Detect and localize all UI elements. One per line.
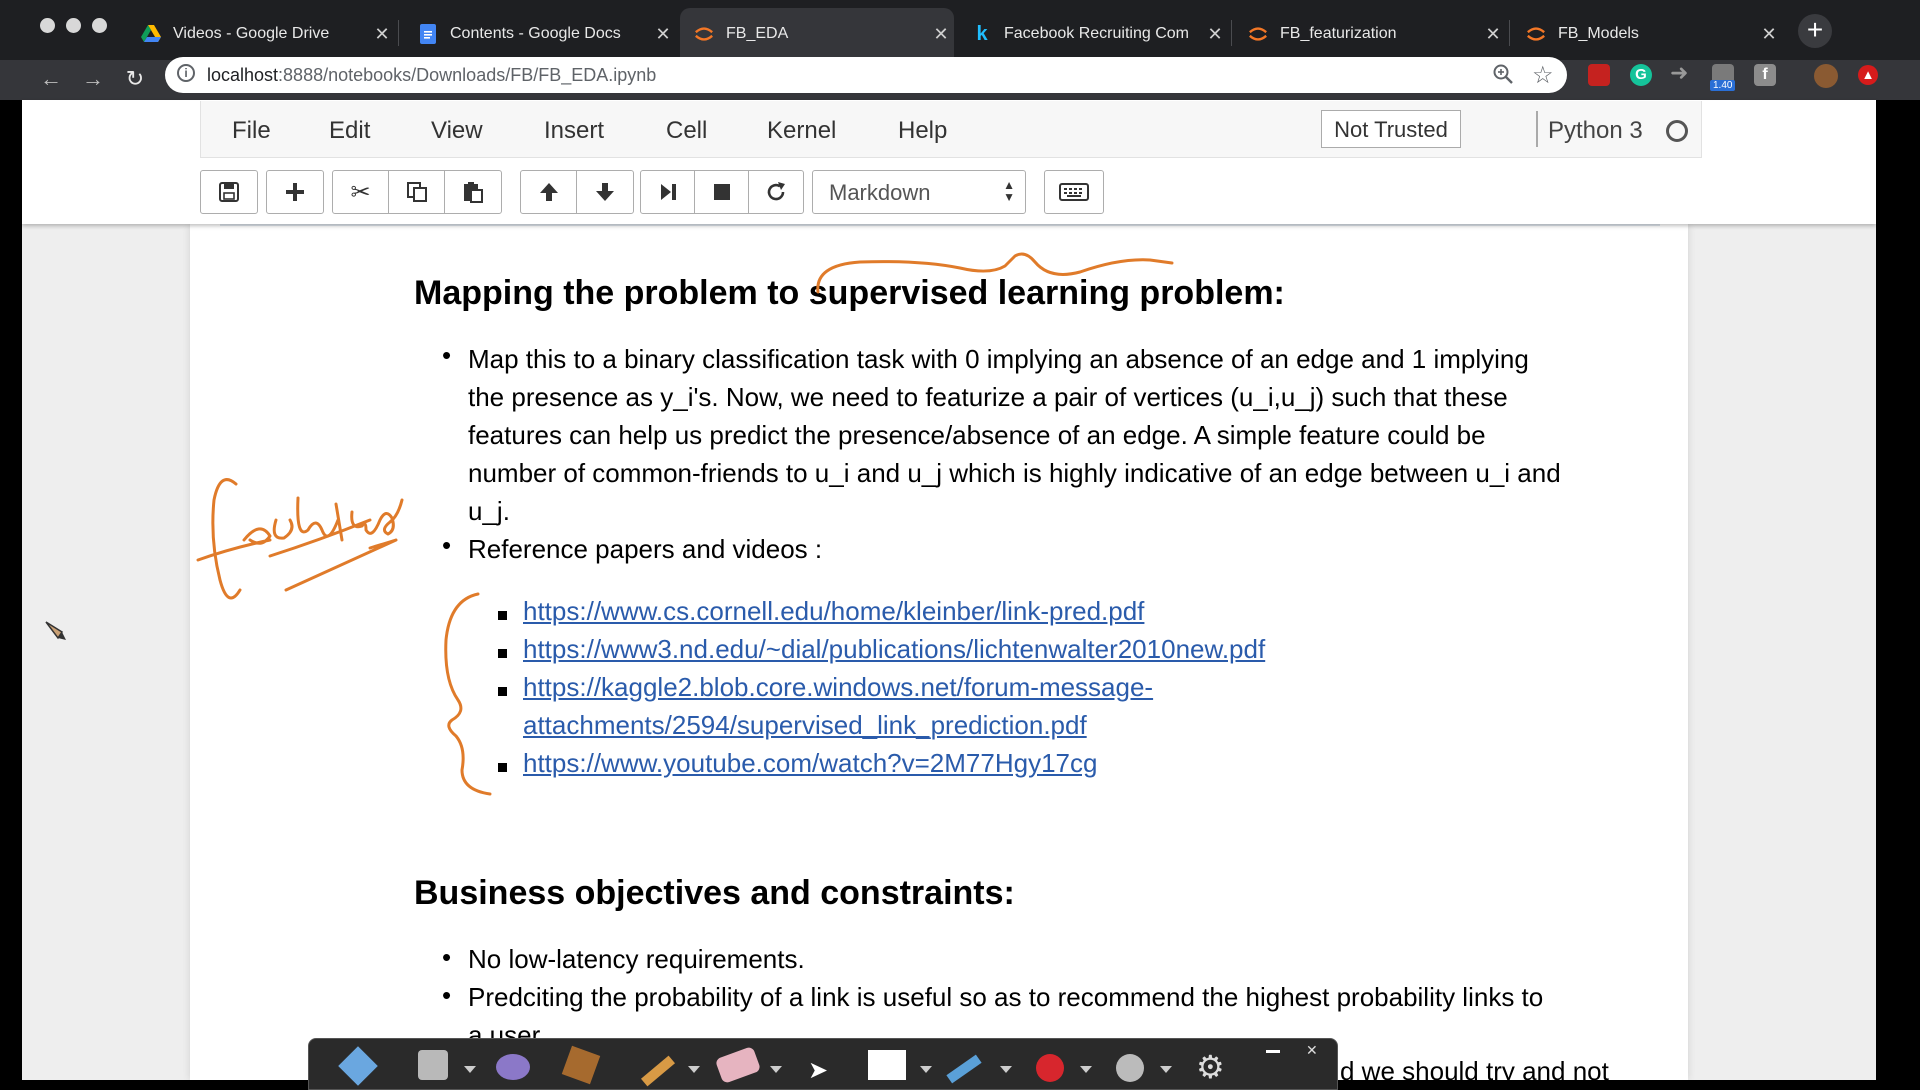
pointer-tool-icon[interactable]: ➤: [808, 1056, 828, 1085]
pencil-cursor-icon: [44, 620, 68, 647]
chevron-down-icon[interactable]: [920, 1066, 932, 1073]
record-tool-icon[interactable]: [1036, 1054, 1064, 1082]
camera-tool-icon[interactable]: [418, 1050, 448, 1080]
chevron-down-icon[interactable]: [770, 1066, 782, 1073]
minimize-toolbar-icon[interactable]: [1266, 1050, 1280, 1053]
chevron-down-icon[interactable]: [1080, 1066, 1092, 1073]
undo-tool-icon[interactable]: [496, 1054, 530, 1080]
close-toolbar-icon[interactable]: ✕: [1306, 1042, 1318, 1059]
chevron-down-icon[interactable]: [1000, 1066, 1012, 1073]
squiggle-underline: [816, 252, 1174, 294]
handwritten-feature-word: [196, 478, 404, 600]
chevron-down-icon[interactable]: [464, 1066, 476, 1073]
chevron-down-icon[interactable]: [688, 1066, 700, 1073]
brace-annotation: [444, 592, 492, 796]
webcam-tool-icon[interactable]: [1116, 1054, 1144, 1082]
gear-icon[interactable]: ⚙: [1196, 1048, 1225, 1086]
pen-annotations: [196, 252, 1174, 796]
whiteboard-tool-icon[interactable]: [868, 1050, 906, 1080]
chevron-down-icon[interactable]: [1160, 1066, 1172, 1073]
